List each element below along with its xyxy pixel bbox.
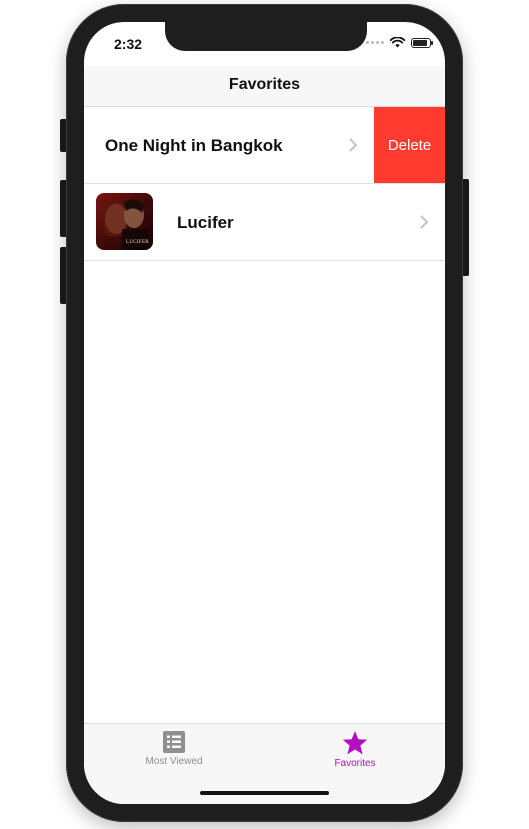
- device-stage: 2:32 Favorites One Night in Bangkok Dele…: [0, 0, 529, 829]
- favorite-title: One Night in Bangkok: [105, 136, 283, 155]
- wifi-icon: [390, 37, 405, 48]
- status-time: 2:32: [114, 36, 143, 52]
- favorite-row[interactable]: LUCIFER Lucifer: [84, 184, 445, 261]
- delete-button[interactable]: Delete: [374, 107, 445, 183]
- status-icons: [366, 37, 433, 48]
- chevron-right-icon: [349, 138, 357, 152]
- delete-button-label: Delete: [387, 136, 432, 154]
- home-indicator[interactable]: [200, 791, 329, 795]
- tab-most-viewed-label: Most Viewed: [145, 756, 203, 767]
- notch: [165, 22, 367, 51]
- navigation-bar: Favorites: [84, 66, 445, 107]
- tab-favorites-label: Favorites: [334, 758, 376, 769]
- star-icon: [342, 731, 368, 755]
- tab-most-viewed[interactable]: Most Viewed: [114, 730, 234, 767]
- battery-icon: [411, 37, 433, 48]
- cellular-signal-icon: [366, 41, 384, 44]
- favorite-row[interactable]: One Night in Bangkok Delete: [84, 107, 445, 184]
- page-title: Favorites: [228, 76, 301, 93]
- lucifer-poster-thumbnail: LUCIFER: [96, 193, 153, 250]
- poster-caption: LUCIFER: [126, 240, 149, 245]
- chevron-right-icon: [420, 215, 428, 229]
- list-icon: [163, 731, 185, 753]
- favorite-title: Lucifer: [177, 213, 234, 232]
- tab-favorites[interactable]: Favorites: [295, 730, 415, 769]
- power-button: [462, 179, 469, 276]
- screen: 2:32 Favorites One Night in Bangkok Dele…: [84, 22, 445, 804]
